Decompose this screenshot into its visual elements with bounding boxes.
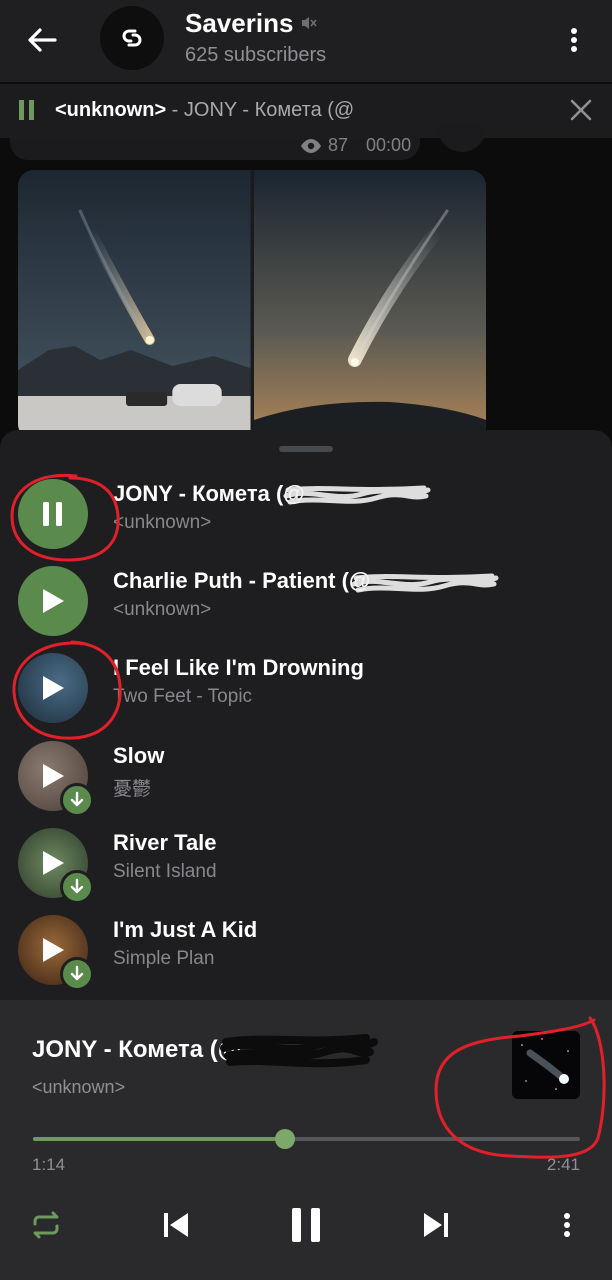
- muted-speaker-icon: [300, 14, 318, 37]
- track-artist: Simple Plan: [113, 948, 215, 969]
- total-time: 2:41: [546, 1155, 580, 1174]
- pause-icon[interactable]: [18, 99, 36, 126]
- play-button[interactable]: [18, 566, 88, 636]
- download-icon[interactable]: [60, 957, 94, 991]
- track-title: Slow: [113, 743, 165, 768]
- photo-album[interactable]: [18, 170, 486, 440]
- link-logo-icon: [122, 29, 142, 47]
- eye-icon: [301, 138, 321, 153]
- download-icon[interactable]: [60, 870, 94, 904]
- channel-name[interactable]: Saverins: [185, 8, 293, 39]
- comet-photo-sunset[interactable]: [253, 170, 486, 440]
- message-time: 00:00: [366, 135, 412, 155]
- track-artist: Silent Island: [113, 861, 217, 882]
- track-artist: 憂鬱: [113, 779, 152, 800]
- now-playing-title: JONY - Комета (@: [32, 1036, 242, 1063]
- track-title: I Feel Like I'm Drowning: [113, 655, 364, 680]
- repeat-icon[interactable]: [26, 1200, 66, 1250]
- pause-icon: [43, 502, 62, 526]
- playlist-item[interactable]: I'm Just A Kid Simple Plan: [0, 905, 612, 993]
- back-arrow-icon[interactable]: [22, 20, 62, 60]
- pause-icon[interactable]: [284, 1200, 328, 1250]
- current-time: 1:14: [32, 1155, 66, 1174]
- previous-track-icon[interactable]: [156, 1200, 196, 1250]
- track-title: River Tale: [113, 830, 217, 855]
- track-title: Charlie Puth - Patient (@: [113, 568, 371, 593]
- drag-handle[interactable]: [279, 446, 333, 452]
- play-icon: [43, 938, 64, 962]
- channel-avatar[interactable]: [100, 6, 164, 70]
- track-title: JONY - Комета (@: [113, 481, 305, 506]
- seek-progress: [33, 1137, 285, 1141]
- track-artist: <unknown>: [113, 512, 212, 533]
- top-bar: Saverins 625 subscribers: [0, 0, 612, 82]
- track-artist: <unknown>: [113, 599, 212, 620]
- seek-handle[interactable]: [274, 1129, 295, 1149]
- playlist-item[interactable]: I Feel Like I'm Drowning Two Feet - Topi…: [0, 643, 612, 731]
- mini-player-title[interactable]: <unknown> - JONY - Комета (@: [55, 99, 354, 122]
- mini-player[interactable]: <unknown> - JONY - Комета (@: [0, 84, 612, 211]
- track-title: I'm Just A Kid: [113, 917, 258, 942]
- playlist-item[interactable]: Charlie Puth - Patient (@ <unknown>: [0, 556, 612, 644]
- next-track-icon[interactable]: [416, 1200, 456, 1250]
- mini-player-performer: <unknown>: [55, 99, 167, 121]
- playlist-item[interactable]: Slow 憂鬱: [0, 731, 612, 819]
- share-button[interactable]: [438, 126, 486, 152]
- more-vertical-icon[interactable]: [552, 1200, 582, 1250]
- play-icon: [43, 676, 64, 700]
- seek-bar[interactable]: [33, 1129, 580, 1149]
- playlist-item[interactable]: JONY - Комета (@ <unknown>: [0, 469, 612, 557]
- close-icon[interactable]: [568, 97, 594, 128]
- pause-button[interactable]: [18, 479, 88, 549]
- views-number: 87: [328, 135, 349, 155]
- play-button[interactable]: [18, 653, 88, 723]
- view-count: 87 00:00: [300, 135, 411, 156]
- now-playing-artist: <unknown>: [32, 1077, 126, 1097]
- play-icon: [43, 764, 64, 788]
- download-icon[interactable]: [60, 783, 94, 817]
- mini-player-track: - JONY - Комета (@: [166, 99, 355, 121]
- more-vertical-icon[interactable]: [558, 22, 590, 58]
- play-icon: [43, 589, 64, 613]
- album-cover[interactable]: [512, 1031, 580, 1099]
- playlist-item[interactable]: River Tale Silent Island: [0, 818, 612, 906]
- track-artist: Two Feet - Topic: [113, 686, 253, 707]
- play-icon: [43, 851, 64, 875]
- comet-photo-desert[interactable]: [18, 170, 251, 440]
- subscriber-count: 625 subscribers: [185, 44, 327, 66]
- now-playing-panel: JONY - Комета (@ <unknown> 1:14 2:41: [0, 1000, 612, 1280]
